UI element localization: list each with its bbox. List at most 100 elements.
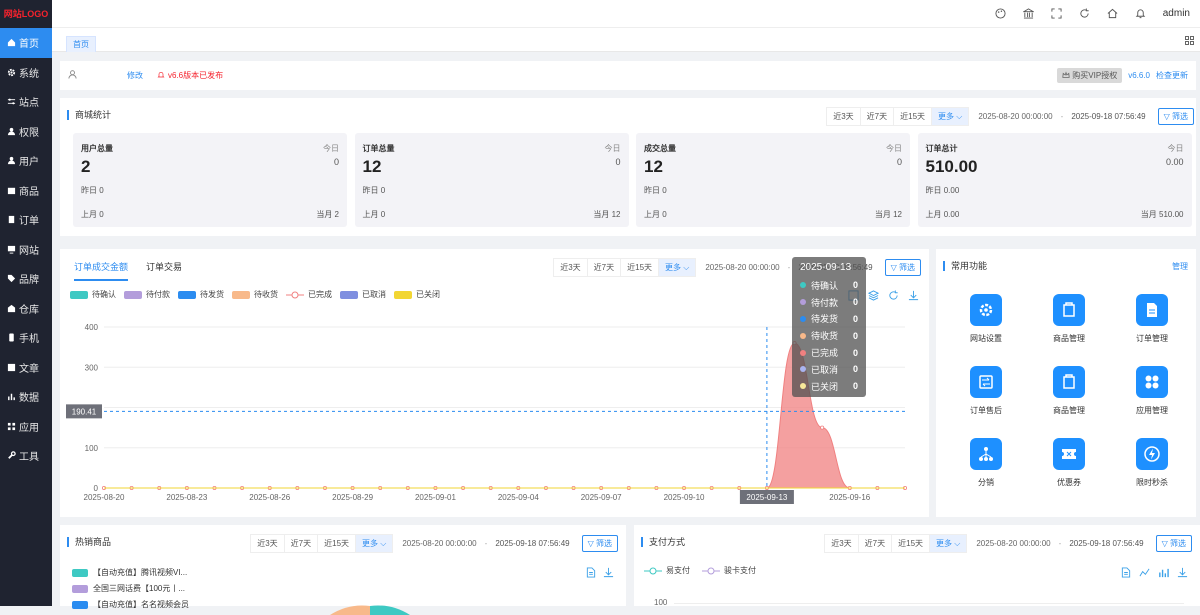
hot-product-item[interactable]: 【自动充值】腾讯视频VI... <box>72 567 187 578</box>
sidebar-item-5[interactable]: 商品 <box>0 176 52 206</box>
tab-order-trade[interactable]: 订单交易 <box>146 260 182 281</box>
check-update-link[interactable]: 检查更新 <box>1156 70 1188 81</box>
start-date[interactable]: 2025-08-20 00:00:00 <box>978 112 1052 121</box>
bell-icon[interactable] <box>1135 8 1147 20</box>
function-label: 限时秒杀 <box>1136 478 1168 487</box>
function-item[interactable]: 应用管理 <box>1122 366 1182 416</box>
function-item[interactable]: 分销 <box>956 438 1016 488</box>
data-point <box>461 485 466 490</box>
restore-icon[interactable] <box>888 290 899 303</box>
sidebar-item-12[interactable]: 数据 <box>0 382 52 412</box>
sidebar-item-2[interactable]: 站点 <box>0 87 52 117</box>
legend-item[interactable]: 待发货 <box>178 289 224 300</box>
filter-3-days[interactable]: 近3天 <box>826 107 861 126</box>
start-date[interactable]: 2025-08-20 00:00:00 <box>976 539 1050 548</box>
filter-3-days[interactable]: 近3天 <box>553 258 588 277</box>
filter-15-days[interactable]: 近15天 <box>893 107 933 126</box>
filter-button[interactable]: ▽ 筛选 <box>1155 535 1192 552</box>
pie-chart[interactable] <box>300 595 420 615</box>
filter-more[interactable]: 更多 ⌵ <box>355 534 394 553</box>
function-item[interactable]: 订单管理 <box>1122 294 1182 344</box>
home-icon[interactable] <box>1107 8 1119 20</box>
bank-icon[interactable] <box>1023 8 1035 20</box>
tab-order-amount[interactable]: 订单成交金额 <box>74 260 129 281</box>
document-icon[interactable] <box>586 567 596 580</box>
stack-icon[interactable] <box>867 290 880 303</box>
filter-7-days[interactable]: 近7天 <box>859 107 895 126</box>
line-chart-icon[interactable] <box>1139 567 1150 580</box>
legend-item[interactable]: 待确认 <box>70 289 116 300</box>
filter-15-days[interactable]: 近15天 <box>317 534 357 553</box>
function-item[interactable]: 商品管理 <box>1039 294 1099 344</box>
sidebar-item-9[interactable]: 仓库 <box>0 294 52 324</box>
product-icon <box>7 186 16 195</box>
site-logo[interactable]: 网站LOGO <box>0 0 52 28</box>
data-point <box>184 485 189 490</box>
buy-vip-button[interactable]: 购买VIP授权 <box>1057 68 1123 83</box>
filter-more[interactable]: 更多 ⌵ <box>929 534 968 553</box>
sidebar-item-10[interactable]: 手机 <box>0 323 52 353</box>
function-item[interactable]: 订单售后 <box>956 366 1016 416</box>
filter-more[interactable]: 更多 ⌵ <box>931 107 970 126</box>
download-icon[interactable] <box>908 290 919 303</box>
hot-product-item[interactable]: 【自动充值】名名视频会员 <box>72 599 189 610</box>
download-icon[interactable] <box>1177 567 1188 580</box>
grid-icon[interactable] <box>1185 36 1194 45</box>
sidebar-item-7[interactable]: 网站 <box>0 235 52 265</box>
function-item[interactable]: 网站设置 <box>956 294 1016 344</box>
fullscreen-icon[interactable] <box>1051 8 1063 20</box>
legend-item[interactable]: 已关闭 <box>394 289 440 300</box>
filter-3-days[interactable]: 近3天 <box>824 534 859 553</box>
legend-item[interactable]: 易支付 <box>644 565 690 576</box>
legend-item[interactable]: 待付款 <box>124 289 170 300</box>
document-icon[interactable] <box>1121 567 1131 580</box>
sidebar-item-11[interactable]: 文章 <box>0 353 52 383</box>
sidebar-item-label: 手机 <box>19 334 39 346</box>
filter-7-days[interactable]: 近7天 <box>283 534 319 553</box>
tab-home[interactable]: 首页 <box>66 36 96 52</box>
download-icon[interactable] <box>603 567 614 580</box>
sidebar-item-4[interactable]: 用户 <box>0 146 52 176</box>
sidebar-item-6[interactable]: 订单 <box>0 205 52 235</box>
filter-7-days[interactable]: 近7天 <box>857 534 893 553</box>
filter-more[interactable]: 更多 ⌵ <box>658 258 697 277</box>
filter-3-days[interactable]: 近3天 <box>250 534 285 553</box>
data-point <box>709 485 714 490</box>
bar-chart-icon[interactable] <box>1158 567 1169 580</box>
filter-button[interactable]: ▽ 筛选 <box>1157 108 1194 125</box>
refresh-icon[interactable] <box>1079 8 1091 20</box>
tooltip-row: 待付款 0 <box>800 294 858 311</box>
function-item[interactable]: 优惠券 <box>1039 438 1099 488</box>
edit-link[interactable]: 修改 <box>127 70 143 81</box>
palette-icon[interactable] <box>995 8 1007 20</box>
filter-15-days[interactable]: 近15天 <box>620 258 660 277</box>
sidebar-item-0[interactable]: 首页 <box>0 28 52 58</box>
data-point <box>903 485 908 490</box>
sidebar-item-14[interactable]: 工具 <box>0 441 52 471</box>
legend-item[interactable]: 已完成 <box>286 289 332 300</box>
filter-15-days[interactable]: 近15天 <box>891 534 931 553</box>
function-item[interactable]: 限时秒杀 <box>1122 438 1182 488</box>
top-bar: admin <box>52 0 1200 28</box>
user-menu[interactable]: admin <box>1163 8 1190 19</box>
sidebar-item-13[interactable]: 应用 <box>0 412 52 442</box>
filter-more-label: 更多 <box>936 539 953 548</box>
start-date[interactable]: 2025-08-20 00:00:00 <box>705 263 779 272</box>
version-notice[interactable]: v6.6版本已发布 <box>157 70 223 81</box>
end-date[interactable]: 2025-09-18 07:56:49 <box>495 539 569 548</box>
sidebar-item-3[interactable]: 权限 <box>0 117 52 147</box>
hot-product-item[interactable]: 全国三网话费【100元丨... <box>72 583 185 594</box>
sidebar-item-8[interactable]: 品牌 <box>0 264 52 294</box>
sidebar-item-1[interactable]: 系统 <box>0 58 52 88</box>
start-date[interactable]: 2025-08-20 00:00:00 <box>402 539 476 548</box>
manage-link[interactable]: 管理 <box>1172 261 1188 272</box>
filter-button[interactable]: ▽ 筛选 <box>581 535 618 552</box>
end-date[interactable]: 2025-09-18 07:56:49 <box>1069 539 1143 548</box>
function-item[interactable]: 商品管理 <box>1039 366 1099 416</box>
legend-item[interactable]: 已取消 <box>340 289 386 300</box>
filter-button[interactable]: ▽ 筛选 <box>884 259 921 276</box>
legend-item[interactable]: 待收货 <box>232 289 278 300</box>
filter-7-days[interactable]: 近7天 <box>586 258 622 277</box>
end-date[interactable]: 2025-09-18 07:56:49 <box>1071 112 1145 121</box>
legend-item[interactable]: 骏卡支付 <box>702 565 756 576</box>
